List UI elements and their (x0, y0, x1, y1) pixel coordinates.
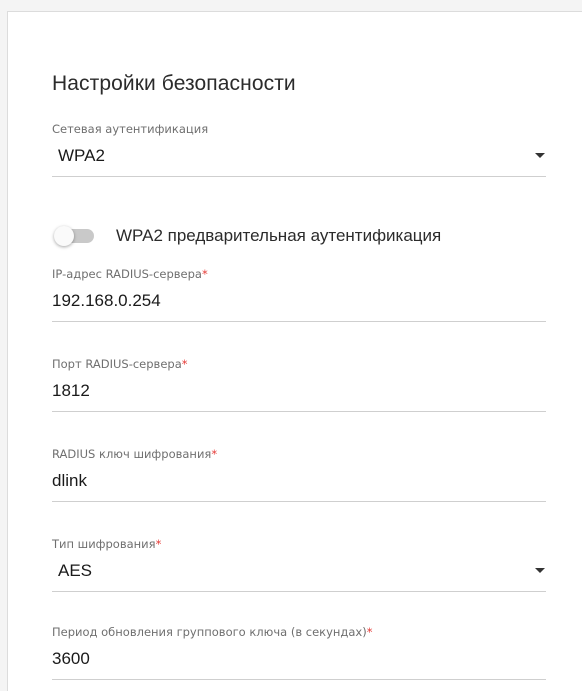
encryption-type-select[interactable]: Тип шифрования* AES (52, 537, 546, 592)
required-mark: * (366, 625, 373, 639)
radius-key-field[interactable]: RADIUS ключ шифрования* dlink (52, 447, 546, 502)
network-auth-label: Сетевая аутентификация (52, 122, 209, 136)
section-title: Настройки безопасности (52, 72, 296, 95)
group-key-period-field[interactable]: Период обновления группового ключа (в се… (52, 625, 546, 680)
wpa2-preauth-label: WPA2 предварительная аутентификация (116, 226, 442, 245)
network-auth-select[interactable]: Сетевая аутентификация WPA2 (52, 122, 546, 177)
radius-ip-field[interactable]: IP-адрес RADIUS-сервера* 192.168.0.254 (52, 267, 546, 322)
required-mark: * (155, 537, 162, 551)
encryption-type-value-box[interactable]: AES (52, 561, 546, 592)
encryption-type-label: Тип шифрования* (52, 537, 162, 551)
security-settings-card: Настройки безопасности Сетевая аутентифи… (7, 11, 582, 691)
radius-key-input[interactable]: dlink (52, 471, 546, 502)
required-mark: * (201, 267, 208, 281)
encryption-type-value: AES (58, 561, 93, 580)
wpa2-preauth-toggle[interactable] (54, 226, 94, 246)
chevron-down-icon[interactable] (535, 568, 545, 573)
required-mark: * (181, 357, 188, 371)
radius-ip-input[interactable]: 192.168.0.254 (52, 291, 546, 322)
network-auth-value: WPA2 (58, 146, 105, 165)
wpa2-preauth-toggle-row[interactable]: WPA2 предварительная аутентификация (54, 226, 441, 246)
radius-ip-label: IP-адрес RADIUS-сервера* (52, 267, 208, 281)
group-key-period-label: Период обновления группового ключа (в се… (52, 625, 373, 639)
radius-key-label: RADIUS ключ шифрования* (52, 447, 218, 461)
radius-port-field[interactable]: Порт RADIUS-сервера* 1812 (52, 357, 546, 412)
radius-port-label: Порт RADIUS-сервера* (52, 357, 188, 371)
chevron-down-icon[interactable] (535, 153, 545, 158)
network-auth-value-box[interactable]: WPA2 (52, 146, 546, 177)
toggle-knob (54, 226, 74, 246)
required-mark: * (211, 447, 218, 461)
page: Настройки безопасности Сетевая аутентифи… (0, 0, 582, 691)
group-key-period-input[interactable]: 3600 (52, 649, 546, 680)
radius-port-input[interactable]: 1812 (52, 381, 546, 412)
